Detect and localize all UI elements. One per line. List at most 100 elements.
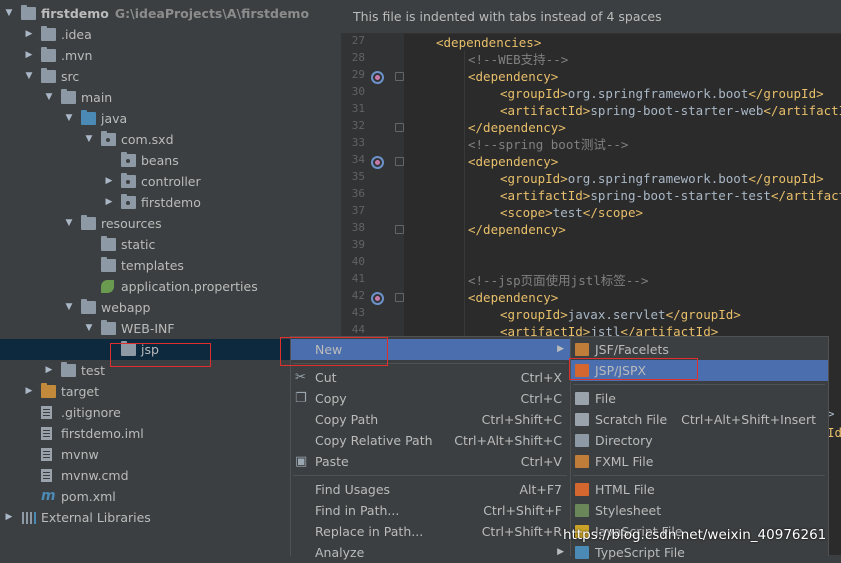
directory-icon [575, 434, 589, 447]
expand-arrow-icon[interactable]: ▼ [44, 87, 54, 108]
tree-item[interactable]: ▼ java [0, 108, 341, 129]
highlight-box-new [280, 337, 388, 366]
code-line[interactable]: <artifactId>spring-boot-starter-web</art… [500, 102, 841, 119]
code-line[interactable]: <dependencies> [436, 34, 541, 51]
fold-marker-icon[interactable] [395, 293, 404, 302]
banner-text: This file is indented with tabs instead … [353, 9, 662, 24]
tree-item-label: test [81, 363, 106, 378]
submenu-item-html-file[interactable]: HTML File [571, 479, 828, 500]
tree-item-label: mvnw [61, 447, 99, 462]
fold-marker-icon[interactable] [395, 123, 404, 132]
code-line[interactable]: <groupId>javax.servlet</groupId> [500, 306, 741, 323]
expand-arrow-icon[interactable]: ▼ [24, 66, 34, 87]
collapse-arrow-icon[interactable]: ▶ [104, 192, 114, 213]
maven-icon: m [41, 488, 56, 504]
line-number: 31 [351, 102, 365, 115]
menu-item-copy[interactable]: ❐ Copy Ctrl+C [291, 388, 570, 409]
collapse-arrow-icon[interactable]: ▶ [24, 45, 34, 66]
code-line[interactable]: </dependency> [468, 221, 566, 238]
submenu-item-typescript-file[interactable]: TypeScript File [571, 542, 828, 563]
code-line[interactable]: <artifactId>spring-boot-starter-test</ar… [500, 187, 841, 204]
source-folder-icon [81, 110, 96, 125]
menu-item-find-usages[interactable]: Find Usages Alt+F7 [291, 479, 570, 500]
module-file-icon [41, 427, 52, 440]
line-number: 42 [351, 289, 365, 302]
tree-item[interactable]: ▶ .idea [0, 24, 341, 45]
code-token: <artifactId> [500, 103, 591, 118]
menu-item-analyze[interactable]: Analyze ▶ [291, 542, 570, 563]
code-line[interactable]: <!--spring boot测试--> [468, 136, 628, 153]
collapse-arrow-icon[interactable]: ▶ [104, 171, 114, 192]
menu-item-label: Cut [315, 370, 337, 385]
code-line[interactable]: <dependency> [468, 153, 558, 170]
submenu-item-scratch-file[interactable]: Scratch File Ctrl+Alt+Shift+Insert [571, 409, 828, 430]
code-token: <groupId> [500, 86, 568, 101]
tree-item-label: src [61, 69, 80, 84]
code-line[interactable]: <dependency> [468, 289, 558, 306]
code-token: </artifactId> [763, 103, 841, 118]
menu-item-shortcut: Ctrl+Shift+C [481, 412, 562, 427]
tree-item[interactable]: ▶ controller [0, 171, 341, 192]
collapse-arrow-icon[interactable]: ▶ [4, 507, 14, 528]
override-marker-icon[interactable] [371, 292, 384, 305]
menu-item-copy-path[interactable]: Copy Path Ctrl+Shift+C [291, 409, 570, 430]
fold-marker-icon[interactable] [395, 225, 404, 234]
code-token: <dependency> [468, 154, 559, 169]
tree-item-label: External Libraries [41, 510, 151, 525]
tree-item[interactable]: ▼ com.sxd [0, 129, 341, 150]
code-line[interactable]: <groupId>org.springframework.boot</group… [500, 85, 824, 102]
expand-arrow-icon[interactable]: ▼ [64, 213, 74, 234]
code-line[interactable]: <scope>test</scope> [500, 204, 643, 221]
expand-arrow-icon[interactable]: ▼ [64, 297, 74, 318]
submenu-item-stylesheet[interactable]: Stylesheet [571, 500, 828, 521]
override-marker-icon[interactable] [371, 156, 384, 169]
menu-item-cut[interactable]: ✂ Cut Ctrl+X [291, 367, 570, 388]
menu-item-copy-relative-path[interactable]: Copy Relative Path Ctrl+Alt+Shift+C [291, 430, 570, 451]
line-number: 28 [351, 51, 365, 64]
tree-item[interactable]: ▼ webapp [0, 297, 341, 318]
tree-item[interactable]: ▼ firstdemo G:\ideaProjects\A\firstdemo [0, 3, 341, 24]
package-icon [121, 173, 136, 188]
context-menu[interactable]: New ▶ ✂ Cut Ctrl+X ❐ Copy Ctrl+C Copy Path Ctrl+S… [290, 336, 571, 560]
tree-item[interactable]: templates [0, 255, 341, 276]
tree-item[interactable]: application.properties [0, 276, 341, 297]
resources-folder-icon [81, 215, 96, 230]
expand-arrow-icon[interactable]: ▼ [84, 129, 94, 150]
fold-marker-icon[interactable] [395, 72, 404, 81]
submenu-item-label: Directory [595, 433, 653, 448]
menu-item-paste[interactable]: ▣ Paste Ctrl+V [291, 451, 570, 472]
tree-item-label: static [121, 237, 156, 252]
fold-marker-icon[interactable] [395, 157, 404, 166]
override-marker-icon[interactable] [371, 71, 384, 84]
expand-arrow-icon[interactable]: ▼ [64, 108, 74, 129]
submenu-item-label: File [595, 391, 616, 406]
tree-item[interactable]: ▶ firstdemo [0, 192, 341, 213]
folder-icon [101, 320, 116, 335]
menu-item-find-in-path[interactable]: Find in Path... Ctrl+Shift+F [291, 500, 570, 521]
code-line[interactable]: <!--jsp页面使用jstl标签--> [468, 272, 648, 289]
tree-item[interactable]: ▶ .mvn [0, 45, 341, 66]
folder-icon [21, 5, 36, 20]
collapse-arrow-icon[interactable]: ▶ [24, 24, 34, 45]
tree-item[interactable]: ▼ main [0, 87, 341, 108]
collapse-arrow-icon[interactable]: ▶ [44, 360, 54, 381]
expand-arrow-icon[interactable]: ▼ [84, 318, 94, 339]
collapse-arrow-icon[interactable]: ▶ [24, 381, 34, 402]
menu-item-replace-in-path[interactable]: Replace in Path... Ctrl+Shift+R [291, 521, 570, 542]
code-line[interactable]: <groupId>org.springframework.boot</group… [500, 170, 824, 187]
code-line[interactable]: <!--WEB支持--> [468, 51, 568, 68]
submenu-item-file[interactable]: File [571, 388, 828, 409]
code-token: spring-boot-starter-web [590, 103, 764, 118]
code-line[interactable]: </dependency> [468, 119, 566, 136]
submenu-item-jsf-facelets[interactable]: JSF/Facelets [571, 339, 828, 360]
code-line[interactable]: <dependency> [468, 68, 558, 85]
tree-item[interactable]: ▼ src [0, 66, 341, 87]
tree-item[interactable]: ▼ resources [0, 213, 341, 234]
tree-item[interactable]: beans [0, 150, 341, 171]
line-number: 34 [351, 153, 365, 166]
submenu-item-fxml-file[interactable]: FXML File [571, 451, 828, 472]
submenu-item-directory[interactable]: Directory [571, 430, 828, 451]
tree-item-label: .idea [61, 27, 92, 42]
tree-item[interactable]: static [0, 234, 341, 255]
expand-arrow-icon[interactable]: ▼ [4, 3, 14, 24]
